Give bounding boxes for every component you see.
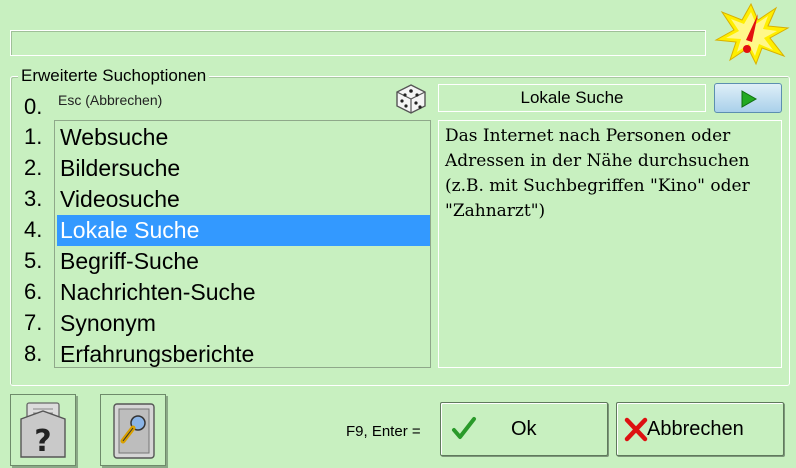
cross-icon — [624, 417, 648, 442]
shortcut-label: F9, Enter = — [346, 423, 421, 440]
selected-option-title: Lokale Suche — [438, 84, 706, 112]
tools-document-icon — [113, 403, 155, 459]
option-number: 1. — [24, 124, 43, 149]
help-document-icon: ? — [20, 402, 66, 459]
cancel-button[interactable]: Abbrechen — [616, 402, 784, 456]
tools-button[interactable] — [100, 394, 166, 466]
option-number: 0. — [24, 94, 43, 119]
ok-button[interactable]: Ok — [440, 402, 608, 456]
group-title: Erweiterte Suchoptionen — [18, 66, 210, 86]
checkmark-icon — [452, 417, 476, 439]
list-item-nachrichten-suche[interactable]: Nachrichten-Suche — [57, 277, 430, 308]
ok-label: Ok — [511, 418, 537, 440]
option-number: 4. — [24, 217, 43, 242]
option-number: 2. — [24, 155, 43, 180]
option-number: 5. — [24, 248, 43, 273]
svg-text:?: ? — [34, 424, 51, 459]
play-button[interactable] — [714, 83, 782, 113]
search-input[interactable] — [10, 30, 706, 56]
esc-cancel-label[interactable]: Esc (Abbrechen) — [58, 90, 162, 110]
list-item-lokale-suche[interactable]: Lokale Suche — [57, 215, 430, 246]
dice-icon[interactable] — [394, 84, 428, 114]
list-item-synonym[interactable]: Synonym — [57, 308, 430, 339]
option-description: Das Internet nach Personen oder Adressen… — [438, 120, 782, 368]
alert-starburst-icon — [714, 2, 790, 66]
list-item-begriff-suche[interactable]: Begriff-Suche — [57, 246, 430, 277]
cancel-label: Abbrechen — [647, 418, 744, 440]
list-item-videosuche[interactable]: Videosuche — [57, 184, 430, 215]
option-number: 3. — [24, 186, 43, 211]
list-item-websuche[interactable]: Websuche — [57, 122, 430, 153]
option-number: 6. — [24, 279, 43, 304]
help-button[interactable]: ? — [10, 394, 76, 466]
list-item-bildersuche[interactable]: Bildersuche — [57, 153, 430, 184]
option-number: 8. — [24, 341, 43, 366]
search-option-list[interactable]: Websuche Bildersuche Videosuche Lokale S… — [54, 120, 431, 368]
option-number: 7. — [24, 310, 43, 335]
play-icon — [741, 90, 758, 108]
list-item-erfahrungsberichte[interactable]: Erfahrungsberichte — [57, 339, 430, 367]
